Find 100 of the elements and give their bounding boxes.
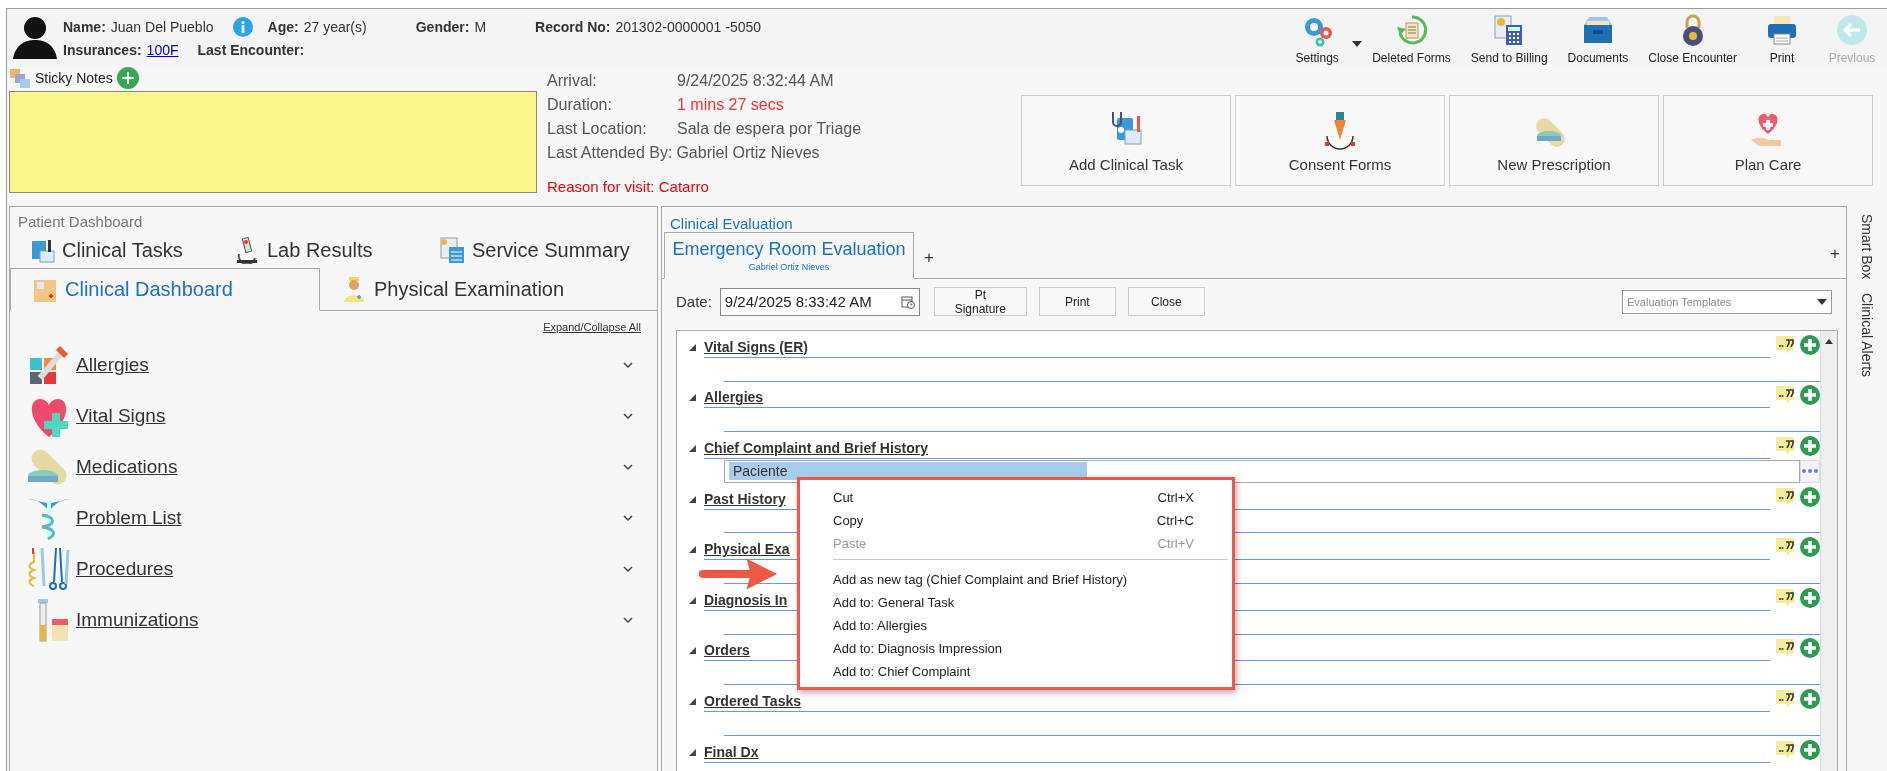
quote-icon[interactable] bbox=[1774, 385, 1796, 406]
last-encounter-label: Last Encounter: bbox=[197, 42, 305, 58]
menu-item[interactable]: Add as new tag (Chief Complaint and Brief History) bbox=[800, 568, 1232, 591]
section-title[interactable]: Chief Complaint and Brief History bbox=[704, 439, 929, 458]
toolbar-button[interactable]: Deleted Forms bbox=[1362, 11, 1461, 67]
templates-dropdown[interactable]: Evaluation Templates bbox=[1622, 289, 1832, 314]
action-button[interactable]: Add Clinical Task bbox=[1021, 95, 1231, 186]
more-icon bbox=[1801, 468, 1819, 475]
menu-item[interactable]: Add to: General Task bbox=[800, 591, 1232, 614]
patient-name: Juan Del Pueblo bbox=[110, 19, 214, 35]
action-button[interactable]: New Prescription bbox=[1449, 95, 1659, 186]
action-button[interactable]: Plan Care bbox=[1663, 95, 1873, 186]
sticky-note-area[interactable] bbox=[9, 91, 537, 193]
info-icon[interactable] bbox=[232, 17, 253, 37]
visit-label: Last Attended By: bbox=[547, 144, 673, 162]
form-button[interactable]: Close bbox=[1127, 287, 1205, 316]
collapse-triangle-icon[interactable] bbox=[689, 444, 696, 452]
dashboard-tab[interactable]: Lab Results bbox=[225, 236, 430, 264]
section-title[interactable]: Diagnosis In bbox=[704, 591, 788, 610]
add-icon[interactable] bbox=[1800, 638, 1820, 659]
section-link[interactable]: Allergies bbox=[76, 353, 623, 376]
add-icon[interactable] bbox=[1800, 486, 1820, 507]
menu-item[interactable]: Add to: Diagnosis Impression bbox=[800, 637, 1232, 660]
collapse-triangle-icon[interactable] bbox=[689, 748, 696, 756]
quote-icon[interactable] bbox=[1774, 334, 1796, 355]
dashboard-tab[interactable]: Service Summary bbox=[430, 236, 638, 264]
reason-for-visit: Reason for visit: Catarro bbox=[547, 178, 710, 195]
side-tab[interactable]: Clinical Alerts bbox=[1859, 293, 1875, 378]
section-link[interactable]: Immunizations bbox=[76, 608, 623, 631]
add-icon[interactable] bbox=[1800, 334, 1820, 355]
insurance-link[interactable]: 100F bbox=[146, 42, 179, 58]
add-icon[interactable] bbox=[1800, 537, 1820, 558]
toolbar-button[interactable]: Close Encounter bbox=[1638, 11, 1747, 67]
age-value: 27 year(s) bbox=[303, 19, 367, 35]
chevron-down-icon[interactable] bbox=[623, 615, 633, 624]
section-title[interactable]: Orders bbox=[704, 642, 750, 661]
collapse-triangle-icon[interactable] bbox=[689, 596, 696, 604]
add-icon[interactable] bbox=[1800, 385, 1820, 406]
visit-value: Gabriel Ortiz Nieves bbox=[676, 144, 820, 162]
quote-icon[interactable] bbox=[1774, 688, 1796, 709]
section-title[interactable]: Physical Exa bbox=[704, 541, 790, 560]
section-link[interactable]: Medications bbox=[76, 455, 623, 478]
collapse-triangle-icon[interactable] bbox=[689, 697, 696, 705]
add-icon[interactable] bbox=[1800, 587, 1820, 608]
more-button[interactable] bbox=[1800, 459, 1820, 483]
chevron-down-icon[interactable] bbox=[623, 513, 633, 522]
menu-item[interactable]: Cut Ctrl+X bbox=[800, 486, 1232, 509]
form-button[interactable]: Pt Signature bbox=[933, 287, 1027, 316]
form-button[interactable]: Print bbox=[1038, 287, 1116, 316]
collapse-triangle-icon[interactable] bbox=[689, 394, 696, 402]
quote-icon[interactable] bbox=[1774, 486, 1796, 507]
toolbar-button[interactable]: Print bbox=[1747, 11, 1817, 67]
section-link[interactable]: Procedures bbox=[76, 557, 623, 580]
quote-icon[interactable] bbox=[1774, 739, 1796, 760]
chevron-down-icon[interactable] bbox=[623, 411, 633, 420]
quote-icon[interactable] bbox=[1774, 587, 1796, 608]
date-field[interactable]: 9/24/2025 8:33:42 AM bbox=[719, 287, 920, 316]
add-icon[interactable] bbox=[1800, 739, 1820, 760]
section-title[interactable]: Vital Signs (ER) bbox=[704, 338, 808, 357]
section-title[interactable]: Ordered Tasks bbox=[704, 692, 801, 711]
chevron-down-icon[interactable] bbox=[623, 360, 633, 369]
dashboard-tab[interactable]: Clinical Tasks bbox=[20, 236, 225, 264]
menu-item[interactable]: Copy Ctrl+C bbox=[800, 509, 1232, 532]
caret-icon[interactable] bbox=[1352, 41, 1363, 47]
quote-icon[interactable] bbox=[1774, 435, 1796, 456]
menu-item[interactable]: Add to: Chief Complaint bbox=[800, 660, 1232, 683]
name-label: Name: bbox=[63, 19, 106, 35]
collapse-triangle-icon[interactable] bbox=[689, 343, 696, 351]
toolbar-button[interactable]: Send to Billing bbox=[1460, 11, 1558, 67]
section-title[interactable]: Allergies bbox=[704, 389, 764, 408]
section-link[interactable]: Vital Signs bbox=[76, 404, 623, 427]
add-icon[interactable] bbox=[1800, 688, 1820, 709]
chevron-down-icon[interactable] bbox=[623, 564, 633, 573]
section-title[interactable]: Final Dx bbox=[704, 743, 759, 762]
toolbar-button[interactable]: Documents bbox=[1557, 11, 1639, 67]
add-icon[interactable] bbox=[1800, 435, 1820, 456]
collapse-triangle-icon[interactable] bbox=[689, 647, 696, 655]
action-button[interactable]: Consent Forms bbox=[1235, 95, 1445, 186]
chevron-down-icon[interactable] bbox=[623, 462, 633, 471]
menu-item[interactable]: Add to: Allergies bbox=[800, 614, 1232, 637]
quote-icon[interactable] bbox=[1774, 638, 1796, 659]
add-tab-button[interactable]: + bbox=[914, 248, 944, 278]
scrollbar[interactable] bbox=[1820, 331, 1837, 771]
evaluation-tab[interactable]: Emergency Room Evaluation Gabriel Ortiz Nieves bbox=[664, 232, 914, 279]
toolbar-button[interactable]: Settings bbox=[1282, 11, 1353, 67]
section-link[interactable]: Problem List bbox=[76, 506, 623, 529]
add-panel-button[interactable]: + bbox=[1824, 244, 1846, 278]
dashboard-tab[interactable]: Clinical Dashboard bbox=[10, 268, 320, 311]
expand-collapse-link[interactable]: Expand/Collapse All bbox=[543, 321, 641, 333]
dashboard-tab[interactable]: Physical Examination bbox=[320, 268, 585, 310]
gender-value: M bbox=[474, 19, 487, 35]
collapse-triangle-icon[interactable] bbox=[689, 546, 696, 554]
record-number: 201302-0000001 -5050 bbox=[615, 19, 762, 35]
visit-value: 1 mins 27 secs bbox=[677, 96, 784, 114]
side-tab[interactable]: Smart Box bbox=[1859, 214, 1875, 280]
quote-icon[interactable] bbox=[1774, 537, 1796, 558]
add-icon[interactable] bbox=[116, 67, 139, 89]
section-title[interactable]: Past History bbox=[704, 490, 786, 509]
scroll-up-icon[interactable] bbox=[1825, 339, 1833, 344]
collapse-triangle-icon[interactable] bbox=[689, 495, 696, 503]
